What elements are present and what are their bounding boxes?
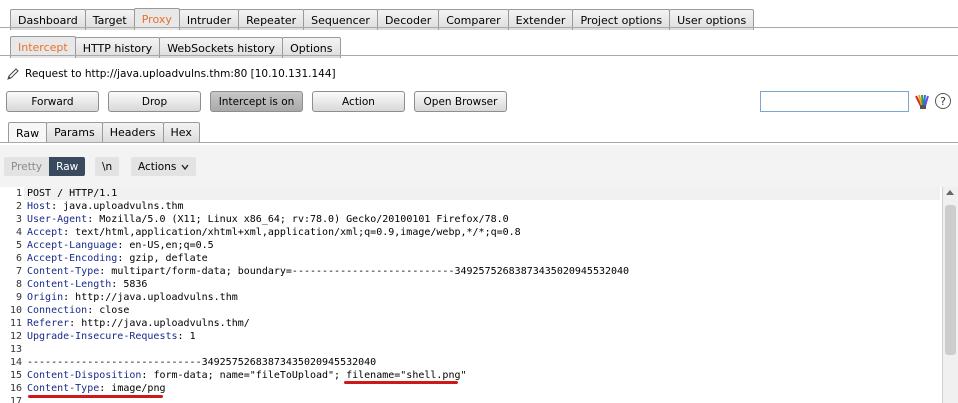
request-editor[interactable]: 1 POST / HTTP/1.1 2 Host: java.uploadvulns.… xyxy=(0,187,940,403)
line-number: 17 xyxy=(9,396,22,403)
message-tab-hex[interactable]: Hex xyxy=(162,122,200,142)
line-number: 8 xyxy=(15,279,22,290)
line-number: 12 xyxy=(9,331,22,342)
header-value: gzip, deflate xyxy=(123,253,208,264)
drop-button[interactable]: Drop xyxy=(108,91,201,112)
header-name: Accept xyxy=(27,227,64,238)
line-number: 16 xyxy=(9,383,22,394)
line-number: 13 xyxy=(9,344,22,355)
code-line: Content-Length: 5836 xyxy=(27,279,147,290)
header-value: text/html,application/xhtml+xml,applicat… xyxy=(69,227,521,238)
code-line: User-Agent: Mozilla/5.0 (X11; Linux x86_… xyxy=(27,214,509,225)
header-value: POST / HTTP/1.1 xyxy=(27,188,118,199)
divider xyxy=(0,27,958,28)
line-number: 15 xyxy=(9,370,22,381)
header-value: 5836 xyxy=(117,279,148,290)
header-value: close xyxy=(93,305,130,316)
code-line: -----------------------------34925752683… xyxy=(27,357,376,368)
line-number: 9 xyxy=(15,292,22,303)
line-number: 14 xyxy=(9,357,22,368)
annotation-underline-filename xyxy=(344,381,458,384)
header-name: Accept-Language xyxy=(27,240,118,251)
header-name: Content-Type xyxy=(27,383,100,394)
request-target-label: Request to http://java.uploadvulns.thm:8… xyxy=(25,68,336,80)
code-line: Accept: text/html,application/xhtml+xml,… xyxy=(27,227,521,238)
message-tab-bar: Raw Params Headers Hex xyxy=(8,122,200,143)
raw-toggle[interactable]: Raw xyxy=(49,157,86,176)
code-line: Accept-Encoding: gzip, deflate xyxy=(27,253,208,264)
highlight-color-icon[interactable] xyxy=(914,93,931,110)
line-number: 6 xyxy=(15,253,22,264)
request-info: Request to http://java.uploadvulns.thm:8… xyxy=(6,67,336,81)
code-line: Referer: http://java.uploadvulns.thm/ xyxy=(27,318,250,329)
current-line-highlight xyxy=(24,187,940,200)
divider xyxy=(0,142,958,143)
header-value: image/png xyxy=(105,383,166,394)
line-number: 1 xyxy=(15,188,22,199)
scroll-up-icon[interactable] xyxy=(946,190,954,195)
code-line: Origin: http://java.uploadvulns.thm xyxy=(27,292,238,303)
code-line: Content-Type: multipart/form-data; bound… xyxy=(27,266,629,277)
code-line: Content-Type: image/png xyxy=(27,383,166,394)
search-input[interactable] xyxy=(760,91,909,112)
annotation-underline-content-type xyxy=(28,395,163,398)
code-line: Content-Disposition: form-data; name="fi… xyxy=(27,370,467,381)
message-tab-headers[interactable]: Headers xyxy=(101,122,164,142)
actions-label: Actions xyxy=(138,160,177,173)
header-value: form-data; name="fileToUpload"; filename… xyxy=(147,370,467,381)
line-number: 11 xyxy=(9,318,22,329)
header-name: Host xyxy=(27,201,52,212)
header-value: 1 xyxy=(183,331,196,342)
pencil-icon xyxy=(7,68,19,80)
view-mode-toggle: Pretty Raw xyxy=(4,157,86,176)
header-name: Origin xyxy=(27,292,64,303)
show-newlines-button[interactable]: \n xyxy=(95,157,120,176)
header-value: Mozilla/5.0 (X11; Linux x86_64; rv:78.0)… xyxy=(93,214,509,225)
line-number: 7 xyxy=(15,266,22,277)
header-name: Accept-Encoding xyxy=(27,253,118,264)
open-browser-button[interactable]: Open Browser xyxy=(414,91,507,112)
header-value: en-US,en;q=0.5 xyxy=(123,240,214,251)
action-button[interactable]: Action xyxy=(312,91,405,112)
code-line: Host: java.uploadvulns.thm xyxy=(27,201,184,212)
divider xyxy=(0,55,958,56)
code-line: Connection: close xyxy=(27,305,129,316)
message-tab-params[interactable]: Params xyxy=(46,122,103,142)
actions-dropdown[interactable]: Actions xyxy=(131,157,197,176)
scrollbar-thumb[interactable] xyxy=(945,205,956,355)
line-number: 4 xyxy=(15,227,22,238)
line-number: 5 xyxy=(15,240,22,251)
header-name: User-Agent xyxy=(27,214,88,225)
chevron-down-icon xyxy=(181,164,189,170)
header-value: -----------------------------34925752683… xyxy=(27,357,377,368)
line-number: 2 xyxy=(15,201,22,212)
header-name: Content-Type xyxy=(27,266,100,277)
line-number: 3 xyxy=(15,214,22,225)
code-line: Accept-Language: en-US,en;q=0.5 xyxy=(27,240,214,251)
header-name: Upgrade-Insecure-Requests xyxy=(27,331,178,342)
header-value: http://java.uploadvulns.thm/ xyxy=(75,318,250,329)
help-icon[interactable]: ? xyxy=(935,93,951,109)
forward-button[interactable]: Forward xyxy=(6,91,99,112)
line-number: 10 xyxy=(9,305,22,316)
code-line: Upgrade-Insecure-Requests: 1 xyxy=(27,331,196,342)
header-name: Referer xyxy=(27,318,70,329)
header-value: http://java.uploadvulns.thm xyxy=(69,292,238,303)
message-tab-raw[interactable]: Raw xyxy=(8,122,48,143)
pretty-toggle[interactable]: Pretty xyxy=(4,157,50,176)
header-name: Content-Disposition xyxy=(27,370,142,381)
header-value: multipart/form-data; boundary=----------… xyxy=(105,266,630,277)
header-value: java.uploadvulns.thm xyxy=(57,201,184,212)
intercept-toggle-button[interactable]: Intercept is on xyxy=(210,91,303,112)
header-name: Content-Length xyxy=(27,279,112,290)
header-name: Connection xyxy=(27,305,88,316)
code-line: POST / HTTP/1.1 xyxy=(27,188,117,199)
